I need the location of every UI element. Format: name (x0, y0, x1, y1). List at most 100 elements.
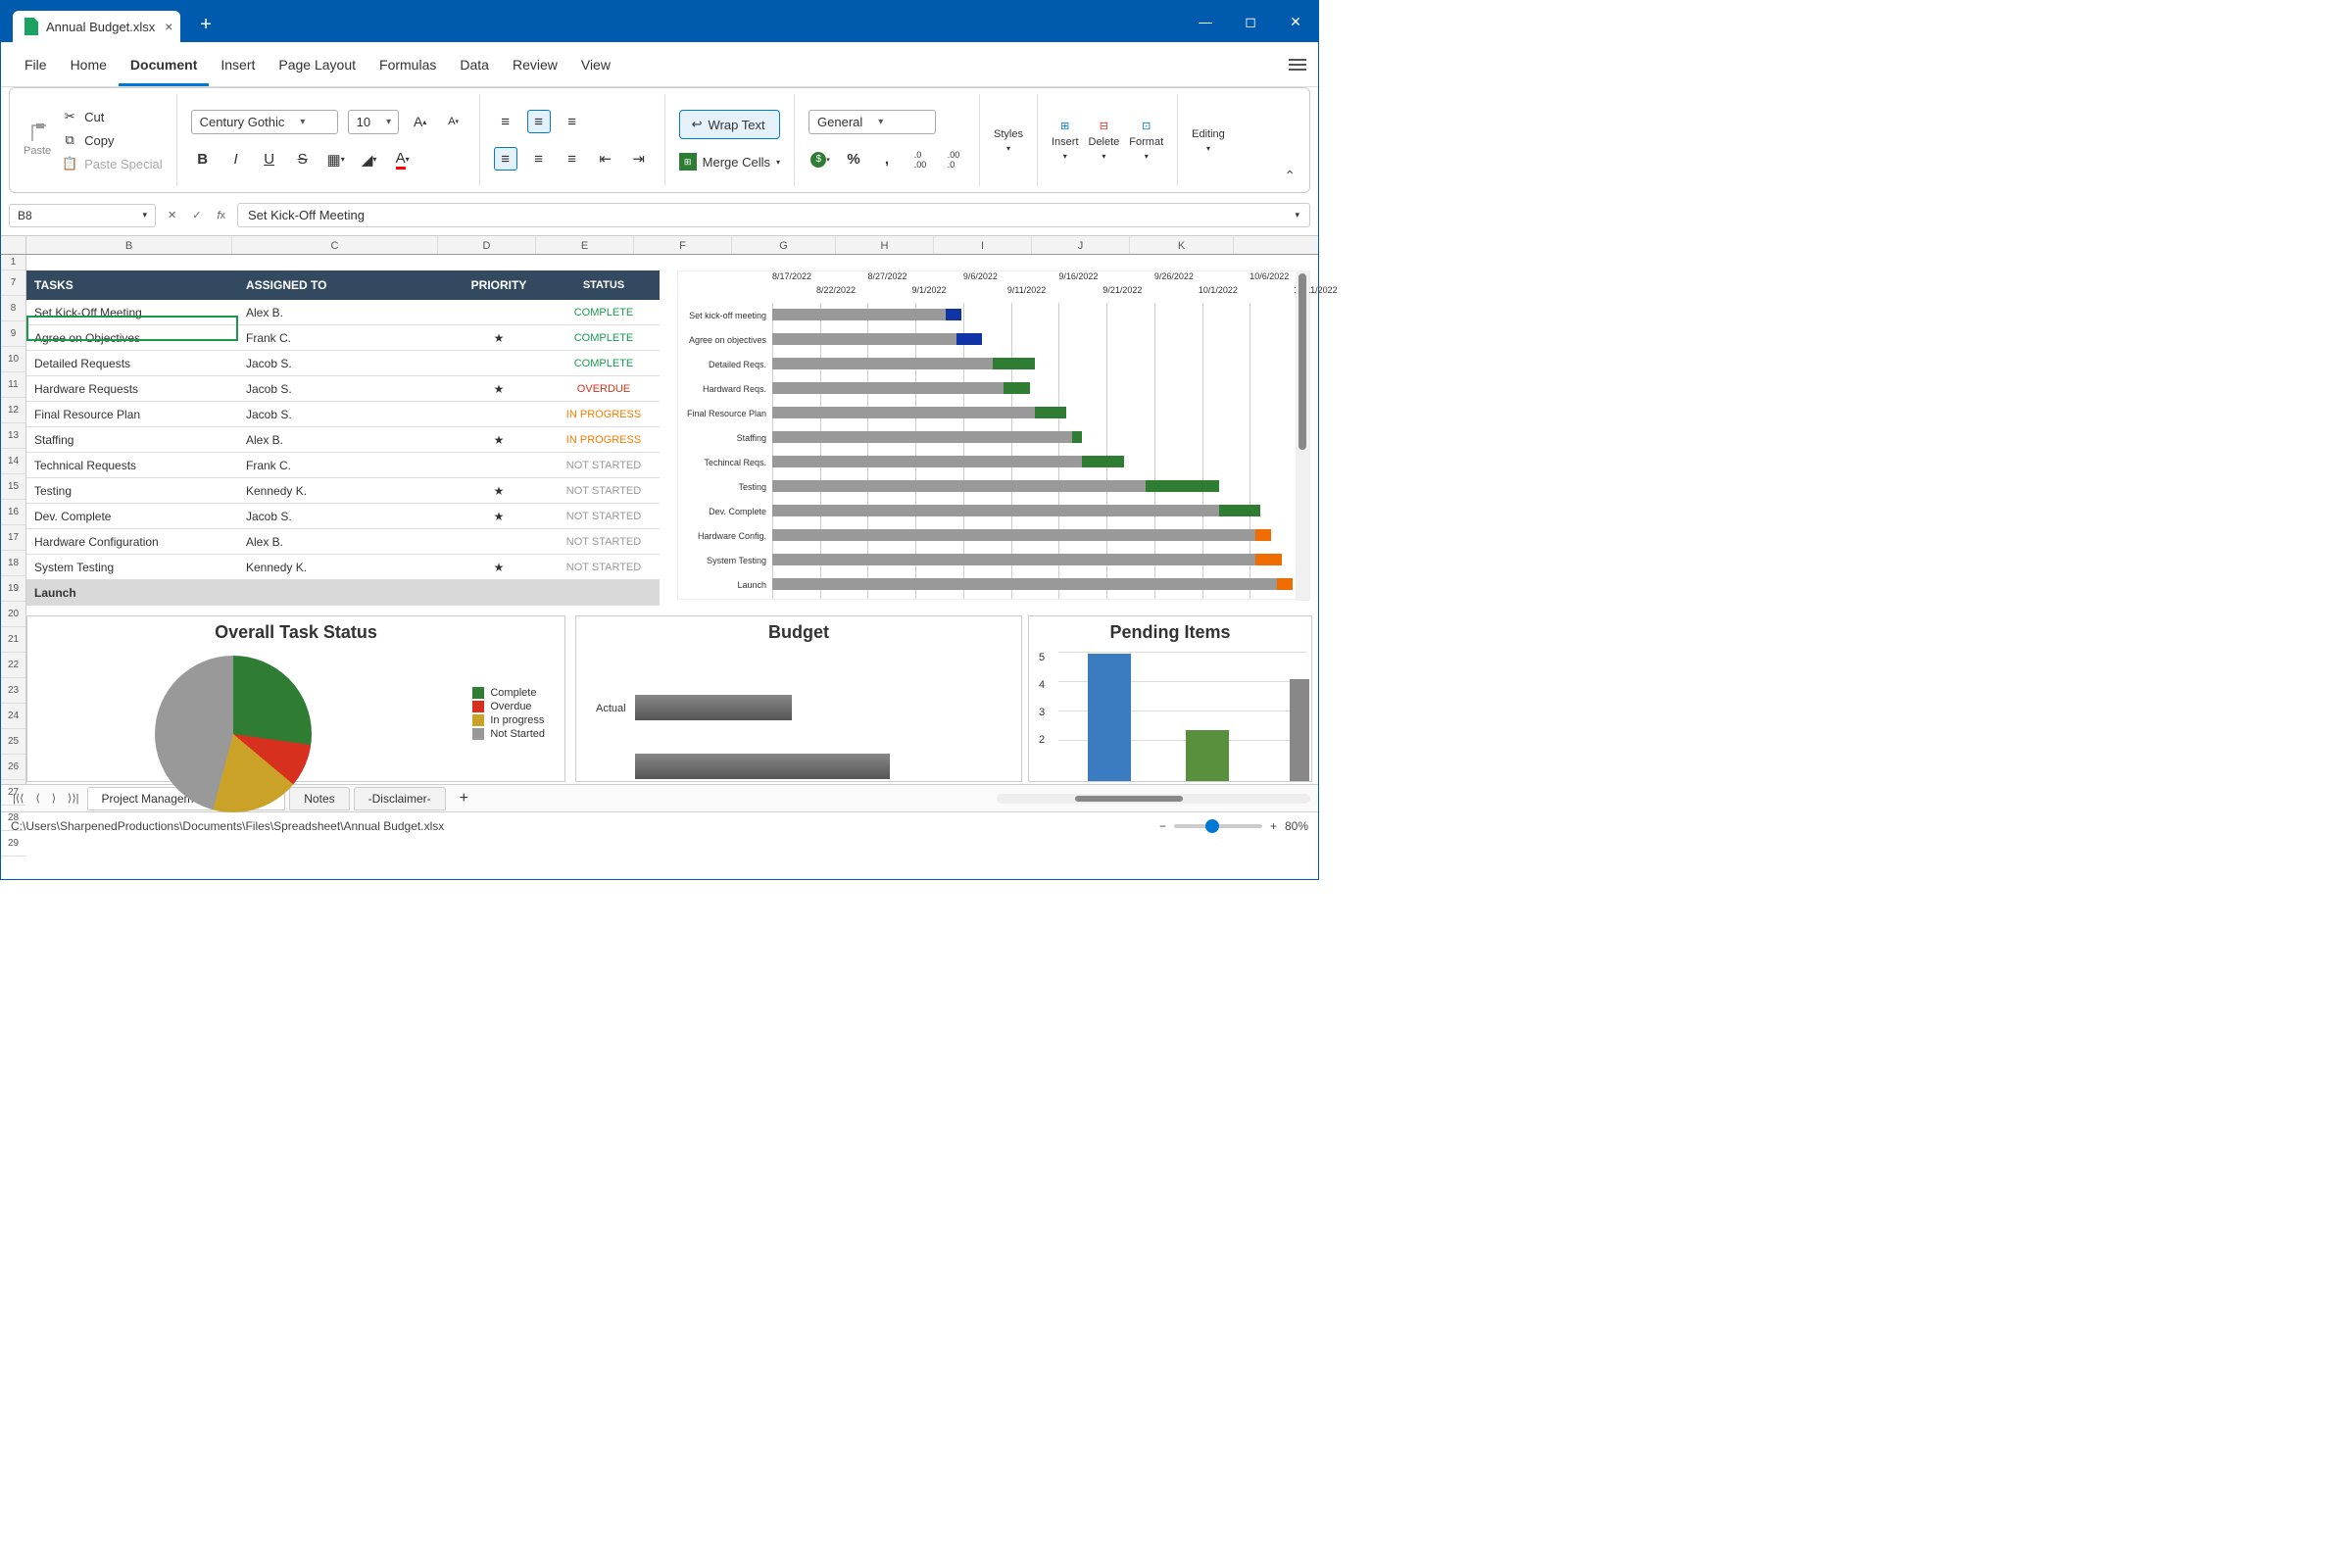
table-row[interactable]: TestingKennedy K.★NOT STARTED (26, 478, 660, 504)
merge-cells-button[interactable]: ⊞Merge Cells▾ (679, 153, 780, 171)
align-left-button[interactable]: ≡ (494, 147, 517, 171)
hamburger-icon[interactable] (1289, 59, 1306, 71)
cut-button[interactable]: ✂Cut (61, 108, 163, 125)
col-header[interactable]: I (934, 236, 1032, 254)
font-size-select[interactable]: 10▾ (348, 110, 399, 134)
document-tab[interactable]: Annual Budget.xlsx × (13, 11, 180, 42)
menu-document[interactable]: Document (119, 57, 209, 86)
underline-button[interactable]: U (258, 148, 281, 172)
table-row[interactable]: StaffingAlex B.★IN PROGRESS (26, 427, 660, 453)
zoom-slider[interactable] (1174, 824, 1262, 828)
borders-button[interactable]: ▦▾ (324, 148, 348, 172)
row-header[interactable]: 20 (1, 602, 25, 627)
cancel-formula-icon[interactable]: ✕ (164, 209, 180, 221)
col-header[interactable]: G (732, 236, 836, 254)
row-header[interactable]: 29 (1, 831, 25, 857)
increase-indent-button[interactable]: ⇥ (627, 147, 651, 171)
row-header[interactable]: 14 (1, 449, 25, 474)
prev-sheet-button[interactable]: ⟨ (31, 792, 43, 805)
add-sheet-button[interactable]: + (450, 790, 478, 808)
cell-reference-input[interactable]: B8▾ (9, 204, 156, 227)
sheet-tab[interactable]: -Disclaimer- (354, 787, 446, 810)
row-header[interactable]: 19 (1, 576, 25, 602)
align-right-button[interactable]: ≡ (561, 147, 584, 171)
col-header[interactable]: C (232, 236, 438, 254)
editing-button[interactable]: Editing▾ (1192, 128, 1225, 153)
row-header[interactable]: 16 (1, 500, 25, 525)
budget-chart[interactable]: Budget Actual (575, 615, 1022, 782)
table-row[interactable]: Set Kick-Off MeetingAlex B.COMPLETE (26, 300, 660, 325)
row-header[interactable]: 13 (1, 423, 25, 449)
col-header[interactable]: K (1130, 236, 1234, 254)
paste-button[interactable]: Paste (24, 123, 51, 157)
overall-status-chart[interactable]: Overall Task Status Complete Overdue In … (26, 615, 565, 782)
row-header[interactable]: 26 (1, 755, 25, 780)
align-middle-button[interactable]: ≡ (527, 110, 551, 133)
currency-button[interactable]: $▾ (808, 148, 832, 172)
insert-button[interactable]: ⊞Insert▾ (1052, 120, 1079, 161)
styles-button[interactable]: Styles▾ (994, 128, 1023, 153)
row-header[interactable]: 15 (1, 474, 25, 500)
table-row[interactable]: Dev. CompleteJacob S.★NOT STARTED (26, 504, 660, 529)
col-header[interactable]: F (634, 236, 732, 254)
italic-button[interactable]: I (224, 148, 248, 172)
row-header[interactable]: 12 (1, 398, 25, 423)
last-sheet-button[interactable]: ⟩⟩| (64, 792, 82, 805)
copy-button[interactable]: ⧉Copy (61, 131, 163, 149)
accept-formula-icon[interactable]: ✓ (188, 209, 205, 221)
percent-button[interactable]: % (842, 148, 865, 172)
strikethrough-button[interactable]: S (291, 148, 315, 172)
table-row[interactable]: Agree on ObjectivesFrank C.★COMPLETE (26, 325, 660, 351)
slider-knob[interactable] (1205, 819, 1219, 833)
zoom-out-button[interactable]: − (1159, 819, 1166, 833)
row-header[interactable]: 18 (1, 551, 25, 576)
row-header[interactable]: 17 (1, 525, 25, 551)
number-format-select[interactable]: General▾ (808, 110, 936, 134)
horizontal-scrollbar[interactable] (997, 794, 1310, 804)
next-sheet-button[interactable]: ⟩ (48, 792, 60, 805)
increase-font-button[interactable]: A▴ (409, 110, 432, 133)
minimize-button[interactable]: — (1183, 1, 1228, 42)
row-header[interactable]: 11 (1, 372, 25, 398)
row-header[interactable]: 9 (1, 321, 25, 347)
menu-home[interactable]: Home (59, 57, 119, 73)
col-header[interactable]: E (536, 236, 634, 254)
tab-close-icon[interactable]: × (165, 19, 172, 34)
table-row[interactable]: Final Resource PlanJacob S.IN PROGRESS (26, 402, 660, 427)
menu-review[interactable]: Review (501, 57, 569, 73)
paste-special-button[interactable]: 📋Paste Special (61, 155, 163, 172)
table-row[interactable]: Detailed RequestsJacob S.COMPLETE (26, 351, 660, 376)
new-tab-button[interactable]: + (200, 14, 212, 36)
row-header[interactable]: 8 (1, 296, 25, 321)
increase-decimal-button[interactable]: .0.00 (908, 148, 932, 172)
cells-area[interactable]: TASKS ASSIGNED TO PRIORITY STATUS Set Ki… (26, 255, 1318, 784)
delete-button[interactable]: ⊟Delete▾ (1089, 120, 1120, 161)
maximize-button[interactable]: ◻ (1228, 1, 1273, 42)
row-header[interactable]: 1 (1, 255, 25, 270)
align-top-button[interactable]: ≡ (494, 110, 517, 133)
fx-icon[interactable]: fx (213, 210, 229, 221)
scrollbar-thumb[interactable] (1298, 273, 1306, 450)
pending-items-chart[interactable]: Pending Items 5 4 3 2 (1028, 615, 1312, 782)
row-header[interactable]: 23 (1, 678, 25, 704)
row-header[interactable]: 10 (1, 347, 25, 372)
comma-button[interactable]: , (875, 148, 899, 172)
decrease-font-button[interactable]: A▾ (442, 110, 466, 133)
table-row[interactable]: Hardware RequestsJacob S.★OVERDUE (26, 376, 660, 402)
align-bottom-button[interactable]: ≡ (561, 110, 584, 133)
decrease-indent-button[interactable]: ⇤ (594, 147, 617, 171)
row-header[interactable]: 22 (1, 653, 25, 678)
table-row-launch[interactable]: Launch (26, 580, 660, 606)
menu-file[interactable]: File (13, 57, 59, 73)
formula-input[interactable]: Set Kick-Off Meeting▾ (237, 203, 1310, 227)
align-center-button[interactable]: ≡ (527, 147, 551, 171)
menu-data[interactable]: Data (448, 57, 501, 73)
col-header[interactable]: D (438, 236, 536, 254)
font-color-button[interactable]: A▾ (391, 148, 415, 172)
table-row[interactable]: Hardware ConfigurationAlex B.NOT STARTED (26, 529, 660, 555)
format-button[interactable]: ⊡Format▾ (1129, 120, 1163, 161)
decrease-decimal-button[interactable]: .00.0 (942, 148, 965, 172)
scrollbar-thumb[interactable] (1075, 796, 1183, 802)
row-header[interactable]: 24 (1, 704, 25, 729)
menu-formulas[interactable]: Formulas (368, 57, 448, 73)
